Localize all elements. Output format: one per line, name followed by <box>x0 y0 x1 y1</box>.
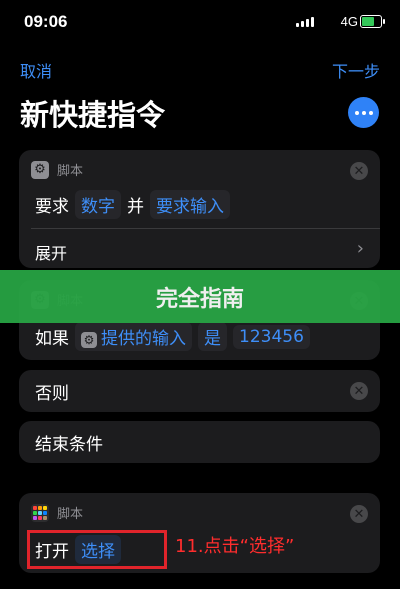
more-options-button[interactable] <box>348 97 379 128</box>
step-annotation: 11.点击“选择” <box>175 536 295 557</box>
cancel-button[interactable]: 取消 <box>20 58 52 82</box>
number-token[interactable]: 数字 <box>75 190 121 219</box>
card-type-label: 脚本 <box>57 164 84 179</box>
dot-icon <box>354 110 359 115</box>
input-token-label: 提供的输入 <box>101 329 186 349</box>
card-header: 脚本 <box>31 503 83 522</box>
status-bar: 09:06 4G <box>0 0 400 46</box>
else-card[interactable]: 否则 ✕ <box>19 370 380 412</box>
action-card-ask[interactable]: ⚙ 脚本 ✕ 要求 数字 并 要求输入 展开 › <box>19 150 380 268</box>
status-time: 09:06 <box>24 12 68 31</box>
action-row: 要求 数字 并 要求输入 <box>35 190 230 219</box>
gear-icon: ⚙ <box>81 332 97 348</box>
chevron-right-icon: › <box>356 238 364 259</box>
expand-button[interactable]: 展开 <box>35 240 67 264</box>
end-if-label: 结束条件 <box>35 435 103 455</box>
network-label: 4G <box>340 14 358 29</box>
ask-input-token[interactable]: 要求输入 <box>150 190 230 219</box>
is-token[interactable]: 是 <box>198 322 227 351</box>
condition-row: 如果 ⚙ 提供的输入 是 123456 <box>35 322 310 351</box>
dot-icon <box>368 110 373 115</box>
apps-icon <box>31 503 49 522</box>
gear-icon: ⚙ <box>31 160 49 179</box>
next-button[interactable]: 下一步 <box>332 58 380 82</box>
if-label: 如果 <box>35 329 69 349</box>
close-icon[interactable]: ✕ <box>350 162 368 180</box>
else-label: 否则 <box>35 384 69 404</box>
action-word: 并 <box>127 197 144 217</box>
action-word: 要求 <box>35 197 69 217</box>
end-if-card[interactable]: 结束条件 <box>19 421 380 463</box>
card-type-label: 脚本 <box>57 507 84 522</box>
card-header: ⚙ 脚本 <box>31 160 83 179</box>
battery-icon <box>360 15 385 28</box>
dot-icon <box>361 110 366 115</box>
highlight-box <box>27 530 167 569</box>
nav-bar: 取消 下一步 <box>0 56 400 82</box>
value-token[interactable]: 123456 <box>233 324 310 349</box>
page-title: 新快捷指令 <box>20 98 166 132</box>
input-token[interactable]: ⚙ 提供的输入 <box>75 322 192 351</box>
signal-icon <box>296 17 314 27</box>
divider <box>31 228 380 229</box>
close-icon[interactable]: ✕ <box>350 382 368 400</box>
close-icon[interactable]: ✕ <box>350 505 368 523</box>
guide-banner: 完全指南 <box>0 270 400 323</box>
